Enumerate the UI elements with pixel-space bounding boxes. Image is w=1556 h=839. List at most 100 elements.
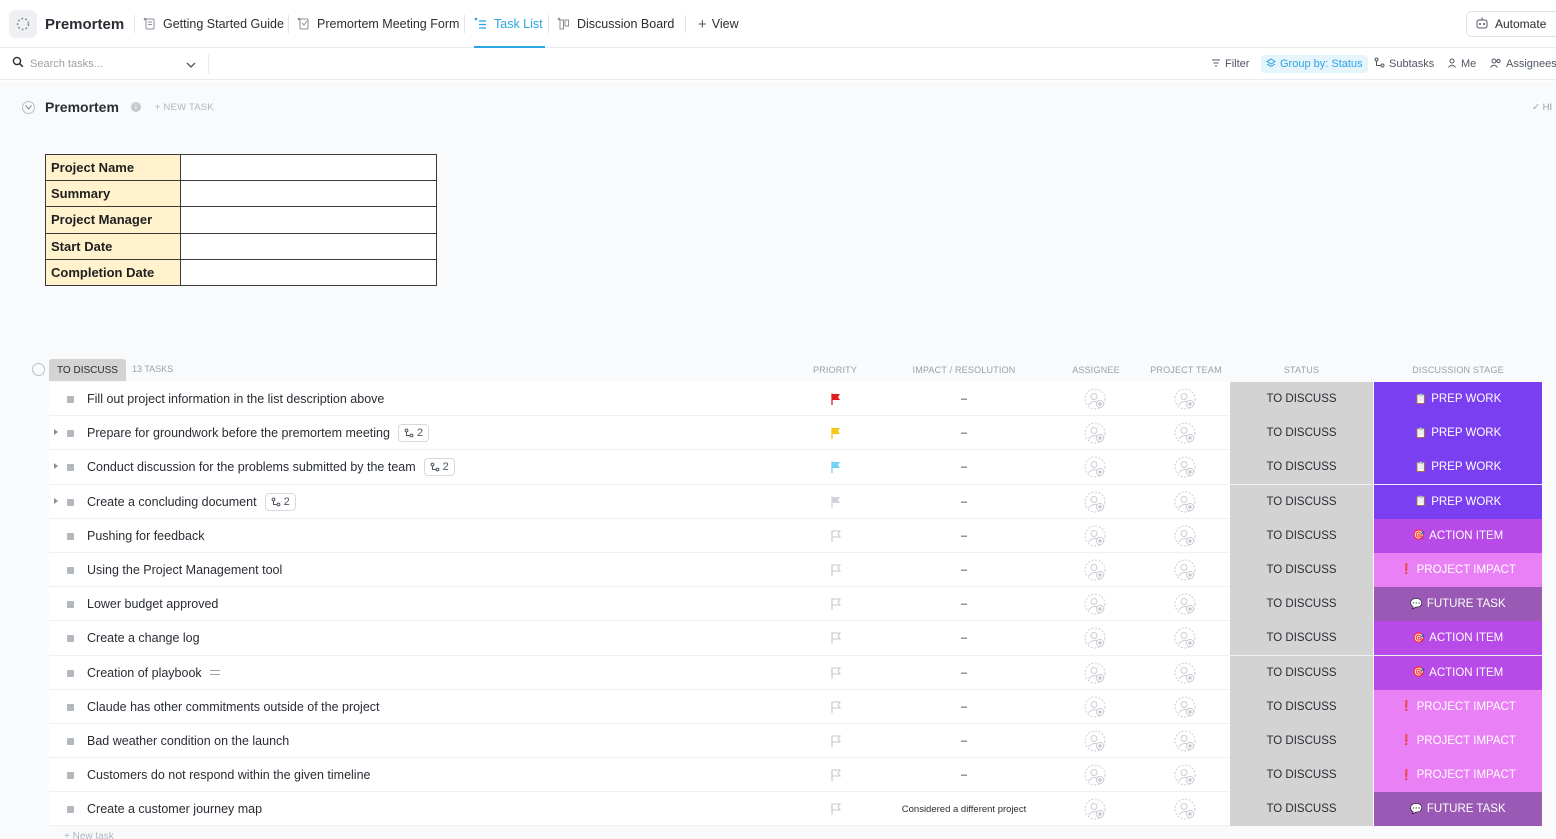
priority-flag-icon[interactable] <box>829 563 843 577</box>
task-name[interactable]: Create a concluding document <box>87 495 257 509</box>
status-cell[interactable]: TO DISCUSS <box>1230 416 1373 451</box>
column-header-project-team[interactable]: PROJECT TEAM <box>1146 365 1226 375</box>
task-name[interactable]: Conduct discussion for the problems subm… <box>87 460 416 474</box>
new-task-row-button[interactable]: + New task <box>64 831 114 839</box>
add-assignee-icon[interactable] <box>1084 456 1106 478</box>
search-box[interactable]: Search tasks... <box>12 56 103 71</box>
table-row[interactable]: Create a concluding document 2 – TO DISCUSS… <box>49 484 1542 519</box>
automate-button[interactable]: Automate <box>1466 11 1556 37</box>
task-name-cell[interactable]: Create a customer journey map <box>87 792 262 826</box>
add-team-member-icon[interactable] <box>1174 798 1196 820</box>
space-title[interactable]: Premortem <box>45 16 124 33</box>
priority-flag-icon[interactable] <box>829 666 843 680</box>
task-name-cell[interactable]: Create a concluding document 2 <box>87 485 296 519</box>
task-name-cell[interactable]: Claude has other commitments outside of … <box>87 690 380 724</box>
task-name-cell[interactable]: Customers do not respond within the give… <box>87 758 370 792</box>
priority-flag-icon[interactable] <box>829 734 843 748</box>
table-row[interactable]: Bad weather condition on the launch – TO D… <box>49 723 1542 759</box>
priority-flag-icon[interactable] <box>829 460 843 474</box>
priority-flag-icon[interactable] <box>829 631 843 645</box>
table-row[interactable]: Fill out project information in the list… <box>49 382 1542 417</box>
impact-resolution-cell[interactable]: – <box>872 553 1056 587</box>
task-name-cell[interactable]: Fill out project information in the list… <box>87 382 384 416</box>
tab-getting-started-guide[interactable]: Getting Started Guide <box>143 0 284 48</box>
task-name[interactable]: Bad weather condition on the launch <box>87 734 289 748</box>
impact-resolution-cell[interactable]: Considered a different project <box>872 792 1056 826</box>
search-input[interactable]: Search tasks... <box>30 58 103 70</box>
impact-resolution-cell[interactable]: – <box>872 621 1056 655</box>
task-status-square[interactable] <box>67 498 74 506</box>
impact-resolution-cell[interactable]: – <box>872 382 1056 416</box>
discussion-stage-cell[interactable]: 💬 FUTURE TASK <box>1374 587 1542 622</box>
table-row[interactable]: Create a change log – TO DISCUSS 🎯 ACTION IT… <box>49 621 1542 656</box>
priority-flag-icon[interactable] <box>829 768 843 782</box>
task-status-square[interactable] <box>67 532 74 540</box>
add-team-member-icon[interactable] <box>1174 627 1196 649</box>
subtask-count-badge[interactable]: 2 <box>264 492 296 511</box>
discussion-stage-cell[interactable]: 📋 PREP WORK <box>1374 416 1542 451</box>
table-row[interactable]: Create a customer journey map Considered … <box>49 792 1542 827</box>
add-view-button[interactable]: + View <box>698 0 739 48</box>
tab-discussion-board[interactable]: Discussion Board <box>557 0 674 48</box>
task-status-square[interactable] <box>67 430 74 438</box>
add-team-member-icon[interactable] <box>1174 422 1196 444</box>
add-team-member-icon[interactable] <box>1174 456 1196 478</box>
table-row[interactable]: Claude has other commitments outside of … <box>49 689 1542 724</box>
task-name[interactable]: Using the Project Management tool <box>87 563 282 577</box>
column-header-status[interactable]: STATUS <box>1230 365 1373 375</box>
discussion-stage-cell[interactable]: 💬 FUTURE TASK <box>1374 792 1542 827</box>
priority-flag-icon[interactable] <box>829 597 843 611</box>
discussion-stage-cell[interactable]: 📋 PREP WORK <box>1374 382 1542 416</box>
status-cell[interactable]: TO DISCUSS <box>1230 689 1373 724</box>
task-name[interactable]: Claude has other commitments outside of … <box>87 700 380 714</box>
priority-flag-icon[interactable] <box>829 495 843 509</box>
table-row[interactable]: Prepare for groundwork before the premor… <box>49 416 1542 451</box>
task-status-square[interactable] <box>67 464 74 472</box>
status-group-badge[interactable]: TO DISCUSS <box>49 359 126 381</box>
status-cell[interactable]: TO DISCUSS <box>1230 587 1373 622</box>
task-name-cell[interactable]: Creation of playbook <box>87 656 220 690</box>
task-status-square[interactable] <box>67 737 74 745</box>
status-cell[interactable]: TO DISCUSS <box>1230 621 1373 656</box>
add-team-member-icon[interactable] <box>1174 525 1196 547</box>
add-team-member-icon[interactable] <box>1174 559 1196 581</box>
impact-resolution-cell[interactable]: – <box>872 450 1056 484</box>
status-cell[interactable]: TO DISCUSS <box>1230 382 1373 416</box>
task-name-cell[interactable]: Conduct discussion for the problems subm… <box>87 450 455 484</box>
impact-resolution-cell[interactable]: – <box>872 758 1056 792</box>
task-status-square[interactable] <box>67 601 74 609</box>
status-cell[interactable]: TO DISCUSS <box>1230 518 1373 553</box>
table-row[interactable]: Lower budget approved – TO DISCUSS 💬 FUTURE … <box>49 587 1542 622</box>
add-assignee-icon[interactable] <box>1084 696 1106 718</box>
task-status-square[interactable] <box>67 396 74 403</box>
add-team-member-icon[interactable] <box>1174 662 1196 684</box>
column-header-discussion-stage[interactable]: DISCUSSION STAGE <box>1374 365 1542 375</box>
task-name-cell[interactable]: Lower budget approved <box>87 587 218 621</box>
info-icon[interactable]: i <box>130 102 141 112</box>
add-assignee-icon[interactable] <box>1084 491 1106 513</box>
subtasks-button[interactable]: Subtasks <box>1374 55 1434 73</box>
column-header-assignee[interactable]: ASSIGNEE <box>1066 365 1126 375</box>
space-icon[interactable] <box>9 10 37 38</box>
tab-task-list[interactable]: Task List <box>474 0 545 48</box>
status-cell[interactable]: TO DISCUSS <box>1230 552 1373 587</box>
subtask-count-badge[interactable]: 2 <box>397 424 430 443</box>
column-header-impact[interactable]: IMPACT / RESOLUTION <box>872 365 1056 375</box>
expand-arrow-icon[interactable] <box>54 429 58 436</box>
filter-button[interactable]: Filter <box>1211 55 1249 73</box>
priority-flag-icon[interactable] <box>829 529 843 543</box>
discussion-stage-cell[interactable]: ❗ PROJECT IMPACT <box>1374 758 1542 793</box>
add-assignee-icon[interactable] <box>1084 730 1106 752</box>
status-cell[interactable]: TO DISCUSS <box>1230 723 1373 758</box>
add-assignee-icon[interactable] <box>1084 422 1106 444</box>
priority-flag-icon[interactable] <box>829 700 843 714</box>
status-cell[interactable]: TO DISCUSS <box>1230 450 1373 485</box>
task-status-square[interactable] <box>67 703 74 711</box>
discussion-stage-cell[interactable]: 🎯 ACTION ITEM <box>1374 518 1542 553</box>
discussion-stage-cell[interactable]: ❗ PROJECT IMPACT <box>1374 552 1542 587</box>
priority-flag-icon[interactable] <box>829 392 843 406</box>
add-team-member-icon[interactable] <box>1174 388 1196 410</box>
impact-resolution-cell[interactable]: – <box>872 519 1056 553</box>
group-by-button[interactable]: Group by: Status <box>1261 55 1368 73</box>
add-assignee-icon[interactable] <box>1084 388 1106 410</box>
